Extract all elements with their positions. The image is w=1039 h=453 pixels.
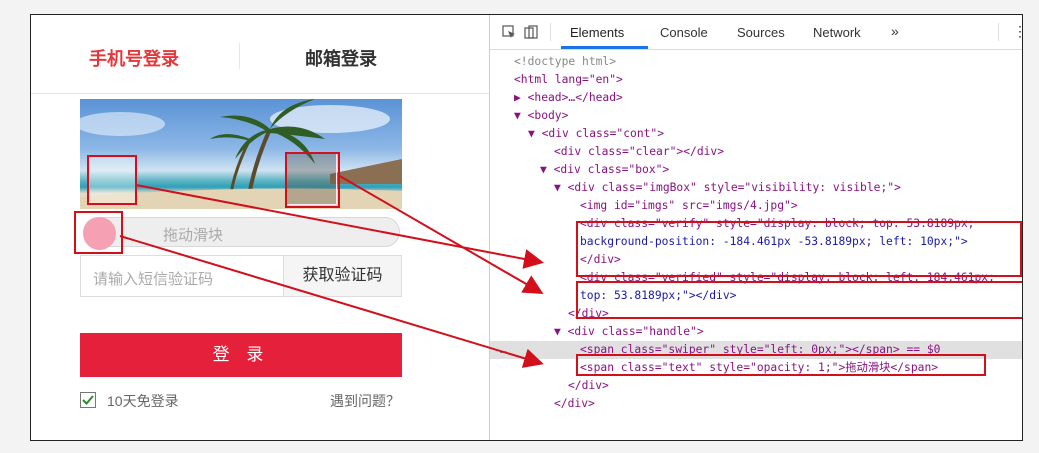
- kebab-menu-icon[interactable]: ⋮: [1013, 23, 1022, 40]
- slider-track[interactable]: [83, 217, 400, 247]
- tab-divider: [239, 43, 240, 69]
- dom-line[interactable]: <div class="clear"></div>: [490, 143, 1022, 161]
- dom-line[interactable]: ▼ <div class="imgBox" style="visibility:…: [490, 179, 1022, 197]
- dom-line[interactable]: ▼ <body>: [490, 107, 1022, 125]
- sms-code-input[interactable]: 请输入短信验证码: [80, 255, 284, 297]
- highlight-verified: [285, 152, 340, 208]
- login-tabs: 手机号登录 邮箱登录: [31, 15, 489, 94]
- dom-line[interactable]: ▼ <div class="box">: [490, 161, 1022, 179]
- toolbar-separator-2: [998, 23, 999, 41]
- dom-line[interactable]: </div>: [490, 395, 1022, 413]
- tab-email-login[interactable]: 邮箱登录: [305, 45, 377, 71]
- dom-line[interactable]: <html lang="en">: [490, 71, 1022, 89]
- inspect-cursor-icon[interactable]: [502, 25, 516, 39]
- tab-elements[interactable]: Elements: [570, 25, 624, 40]
- checkmark-icon: [82, 395, 94, 405]
- tab-phone-login[interactable]: 手机号登录: [89, 45, 179, 71]
- help-link[interactable]: 遇到问题？: [330, 391, 400, 411]
- tab-console[interactable]: Console: [660, 25, 708, 40]
- highlight-verify: [87, 155, 137, 205]
- remember-label: 10天免登录: [107, 393, 179, 409]
- dom-line[interactable]: ▶ <head>…</head>: [490, 89, 1022, 107]
- devtools-toolbar: Elements Console Sources Network » ⋮: [490, 15, 1022, 50]
- dom-line[interactable]: <img id="imgs" src="imgs/4.jpg">: [490, 197, 1022, 215]
- get-code-button[interactable]: 获取验证码: [284, 255, 402, 297]
- active-tab-indicator: [561, 46, 648, 49]
- dom-line[interactable]: ▼ <div class="cont">: [490, 125, 1022, 143]
- dom-line[interactable]: </div>: [490, 377, 1022, 395]
- toolbar-separator: [550, 23, 551, 41]
- more-tabs-icon[interactable]: »: [891, 23, 899, 39]
- dom-line[interactable]: ▼ <div class="handle">: [490, 323, 1022, 341]
- screenshot-frame: 手机号登录 邮箱登录 拖动滑块 请输入短信验证码 获取验证码 登 录 10天免登…: [30, 14, 1023, 441]
- login-button[interactable]: 登 录: [80, 333, 402, 377]
- slider-text: 拖动滑块: [163, 227, 224, 244]
- highlight-code-verify: [576, 221, 1022, 277]
- login-panel: 手机号登录 邮箱登录 拖动滑块 请输入短信验证码 获取验证码 登 录 10天免登…: [31, 15, 489, 440]
- highlight-code-swiper: [576, 354, 986, 376]
- highlight-code-verified: [576, 281, 1022, 319]
- devtools-panel: Elements Console Sources Network » ⋮ <!d…: [490, 15, 1022, 440]
- tab-network[interactable]: Network: [813, 25, 861, 40]
- device-toggle-icon[interactable]: [524, 25, 538, 39]
- remember-checkbox[interactable]: [80, 392, 96, 408]
- tab-sources[interactable]: Sources: [737, 25, 785, 40]
- dom-line[interactable]: <!doctype html>: [490, 53, 1022, 71]
- highlight-swiper: [74, 211, 123, 254]
